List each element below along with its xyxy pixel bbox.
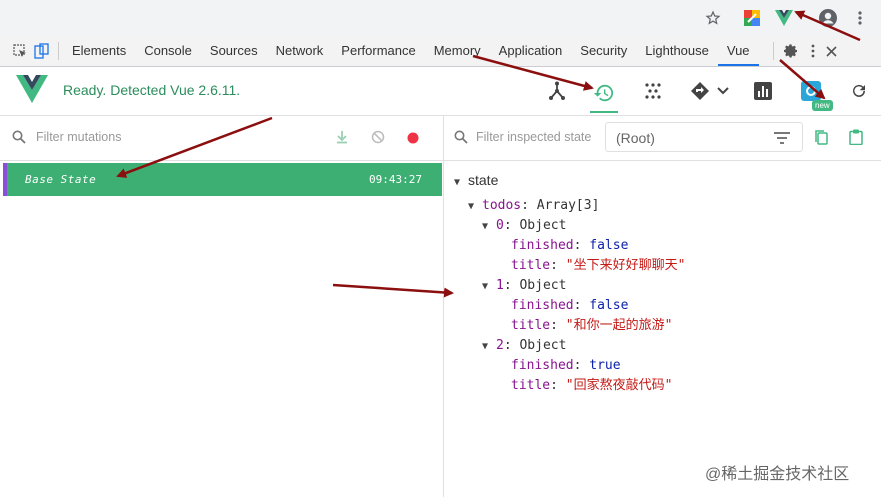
tree-prop-title[interactable]: title: "坐下来好好聊聊天" <box>511 256 685 276</box>
mutation-item-base-state[interactable]: Base State 09:43:27 <box>3 163 442 196</box>
tree-prop-finished[interactable]: finished: false <box>511 296 628 316</box>
index-label: 2 <box>496 338 504 353</box>
mutations-pane: Filter mutations Base State 09:43:27 <box>0 116 444 497</box>
tab-network[interactable]: Network <box>267 36 333 66</box>
more-options-icon[interactable] <box>804 44 822 58</box>
device-toolbar-icon[interactable] <box>30 43 54 59</box>
tree-node-item-1[interactable]: ▼ 1: Object <box>482 276 566 296</box>
vue-devtools-header: Ready. Detected Vue 2.6.11. <box>0 67 881 116</box>
type-label: Object <box>519 278 567 293</box>
vue-status-text: Ready. Detected Vue 2.6.11. <box>63 82 241 98</box>
key-label: finished <box>511 358 574 373</box>
components-tree-icon[interactable] <box>543 77 571 105</box>
star-icon[interactable] <box>703 8 723 28</box>
tree-node-state[interactable]: ▼ state <box>454 170 498 190</box>
tab-divider <box>772 42 774 60</box>
value-label: "回家熬夜敲代码" <box>565 378 673 393</box>
index-label: 1 <box>496 278 504 293</box>
tab-performance[interactable]: Performance <box>332 36 424 66</box>
settings-gear-icon[interactable] <box>778 43 804 59</box>
mutation-time: 09:43:27 <box>369 173 422 186</box>
type-label: Array[3] <box>536 198 600 213</box>
value-label: true <box>589 358 621 373</box>
caret-down-icon: ▼ <box>482 341 489 352</box>
tab-vue[interactable]: Vue <box>717 36 759 66</box>
mutation-name: Base State <box>25 173 97 186</box>
extension-colorful-icon[interactable] <box>742 8 762 28</box>
caret-down-icon: ▼ <box>482 281 489 292</box>
mutations-filter-bar: Filter mutations <box>0 116 443 161</box>
value-label: "坐下来好好聊聊天" <box>565 258 686 273</box>
value-label: false <box>589 238 629 253</box>
value-label: false <box>589 298 629 313</box>
key-label: todos <box>482 198 522 213</box>
kebab-menu-icon[interactable] <box>850 8 870 28</box>
tab-memory[interactable]: Memory <box>425 36 490 66</box>
type-label: Object <box>519 218 567 233</box>
tree-prop-finished[interactable]: finished: true <box>511 356 621 376</box>
refresh-icon[interactable] <box>845 77 873 105</box>
inspect-element-icon[interactable] <box>10 44 30 58</box>
tree-prop-title[interactable]: title: "回家熬夜敲代码" <box>511 376 672 396</box>
vue-extension-icon[interactable] <box>774 8 794 28</box>
tree-node-item-2[interactable]: ▼ 2: Object <box>482 336 566 356</box>
key-label: finished <box>511 298 574 313</box>
vuex-history-icon[interactable] <box>590 75 618 113</box>
watermark: @稀土掘金技术社区 <box>705 466 850 483</box>
key-label: finished <box>511 238 574 253</box>
devtools-tab-bar: Elements Console Sources Network Perform… <box>0 36 881 67</box>
caret-down-icon: ▼ <box>482 221 489 232</box>
search-icon <box>12 130 26 149</box>
root-select[interactable]: (Root) <box>605 122 803 152</box>
state-filter-bar: Filter inspected state (Root) <box>444 116 881 161</box>
commit-all-icon[interactable] <box>335 130 349 149</box>
copy-icon[interactable] <box>815 130 829 151</box>
tree-node-item-0[interactable]: ▼ 0: Object <box>482 216 566 236</box>
caret-down-icon: ▼ <box>454 177 461 188</box>
tab-lighthouse[interactable]: Lighthouse <box>636 36 718 66</box>
caret-down-icon: ▼ <box>468 201 475 212</box>
tab-sources[interactable]: Sources <box>201 36 267 66</box>
key-label: title <box>511 258 551 273</box>
key-label: title <box>511 318 551 333</box>
close-devtools-icon[interactable] <box>822 45 842 57</box>
tab-elements[interactable]: Elements <box>63 36 135 66</box>
browser-toolbar <box>0 0 881 37</box>
tree-prop-finished[interactable]: finished: false <box>511 236 628 256</box>
events-dots-icon[interactable] <box>639 77 667 105</box>
root-select-value: (Root) <box>616 130 655 146</box>
value-label: "和你一起的旅游" <box>565 318 673 333</box>
key-label: title <box>511 378 551 393</box>
tab-console[interactable]: Console <box>135 36 201 66</box>
index-label: 0 <box>496 218 504 233</box>
paste-icon[interactable] <box>849 129 863 150</box>
tab-security[interactable]: Security <box>571 36 636 66</box>
mutations-filter-input[interactable]: Filter mutations <box>36 130 121 144</box>
profile-icon[interactable] <box>818 8 838 28</box>
state-filter-input[interactable]: Filter inspected state <box>476 130 591 144</box>
record-icon[interactable] <box>407 131 419 149</box>
tab-divider <box>58 42 59 60</box>
vue-logo-icon <box>16 75 48 108</box>
new-badge: new <box>812 100 833 111</box>
filter-lines-icon <box>774 131 790 147</box>
performance-chart-icon[interactable] <box>749 77 777 105</box>
tree-node-todos[interactable]: ▼ todos: Array[3] <box>468 196 599 216</box>
state-section-label: state <box>468 172 499 188</box>
state-inspector-pane: Filter inspected state (Root) ▼ state ▼ to… <box>444 116 881 497</box>
routing-dropdown-icon[interactable] <box>688 77 732 105</box>
tree-prop-title[interactable]: title: "和你一起的旅游" <box>511 316 672 336</box>
type-label: Object <box>519 338 567 353</box>
revert-all-icon[interactable] <box>371 130 385 149</box>
search-icon <box>454 130 468 149</box>
tab-application[interactable]: Application <box>490 36 572 66</box>
